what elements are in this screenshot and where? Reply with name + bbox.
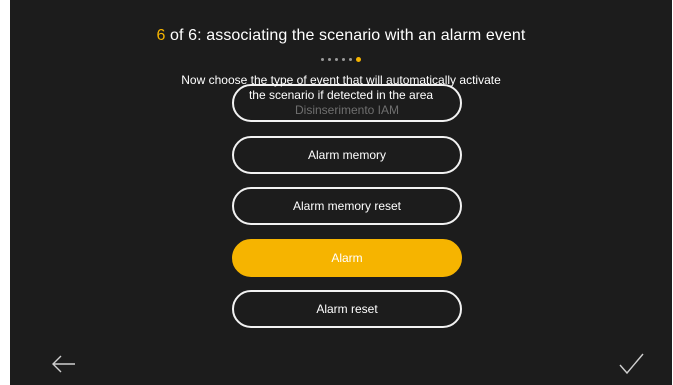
option-alarm-memory-reset[interactable]: Alarm memory reset bbox=[232, 187, 462, 225]
instruction-line-2: the scenario if detected in the area bbox=[248, 88, 434, 102]
option-alarm-reset[interactable]: Alarm reset bbox=[232, 290, 462, 328]
option-label: Alarm reset bbox=[316, 302, 378, 316]
option-alarm-memory[interactable]: Alarm memory bbox=[232, 136, 462, 174]
option-label: Alarm memory reset bbox=[292, 199, 402, 213]
arrow-left-icon bbox=[52, 355, 75, 373]
instruction-text: Now choose the type of event that will a… bbox=[10, 73, 672, 113]
back-button[interactable] bbox=[50, 352, 78, 376]
step-number: 6 bbox=[156, 27, 166, 44]
option-label: Alarm bbox=[331, 251, 363, 265]
instruction-line-1: Now choose the type of event that will a… bbox=[181, 73, 501, 87]
checkmark-icon bbox=[619, 353, 644, 375]
option-alarm-selected[interactable]: Alarm bbox=[232, 239, 462, 277]
option-label: Alarm memory bbox=[307, 148, 386, 162]
confirm-button[interactable] bbox=[617, 352, 645, 376]
event-type-list[interactable]: Disinserimento IAM Alarm memory Alarm me… bbox=[232, 0, 462, 385]
wizard-screen: 6 of 6: associating the scenario with an… bbox=[10, 0, 672, 385]
